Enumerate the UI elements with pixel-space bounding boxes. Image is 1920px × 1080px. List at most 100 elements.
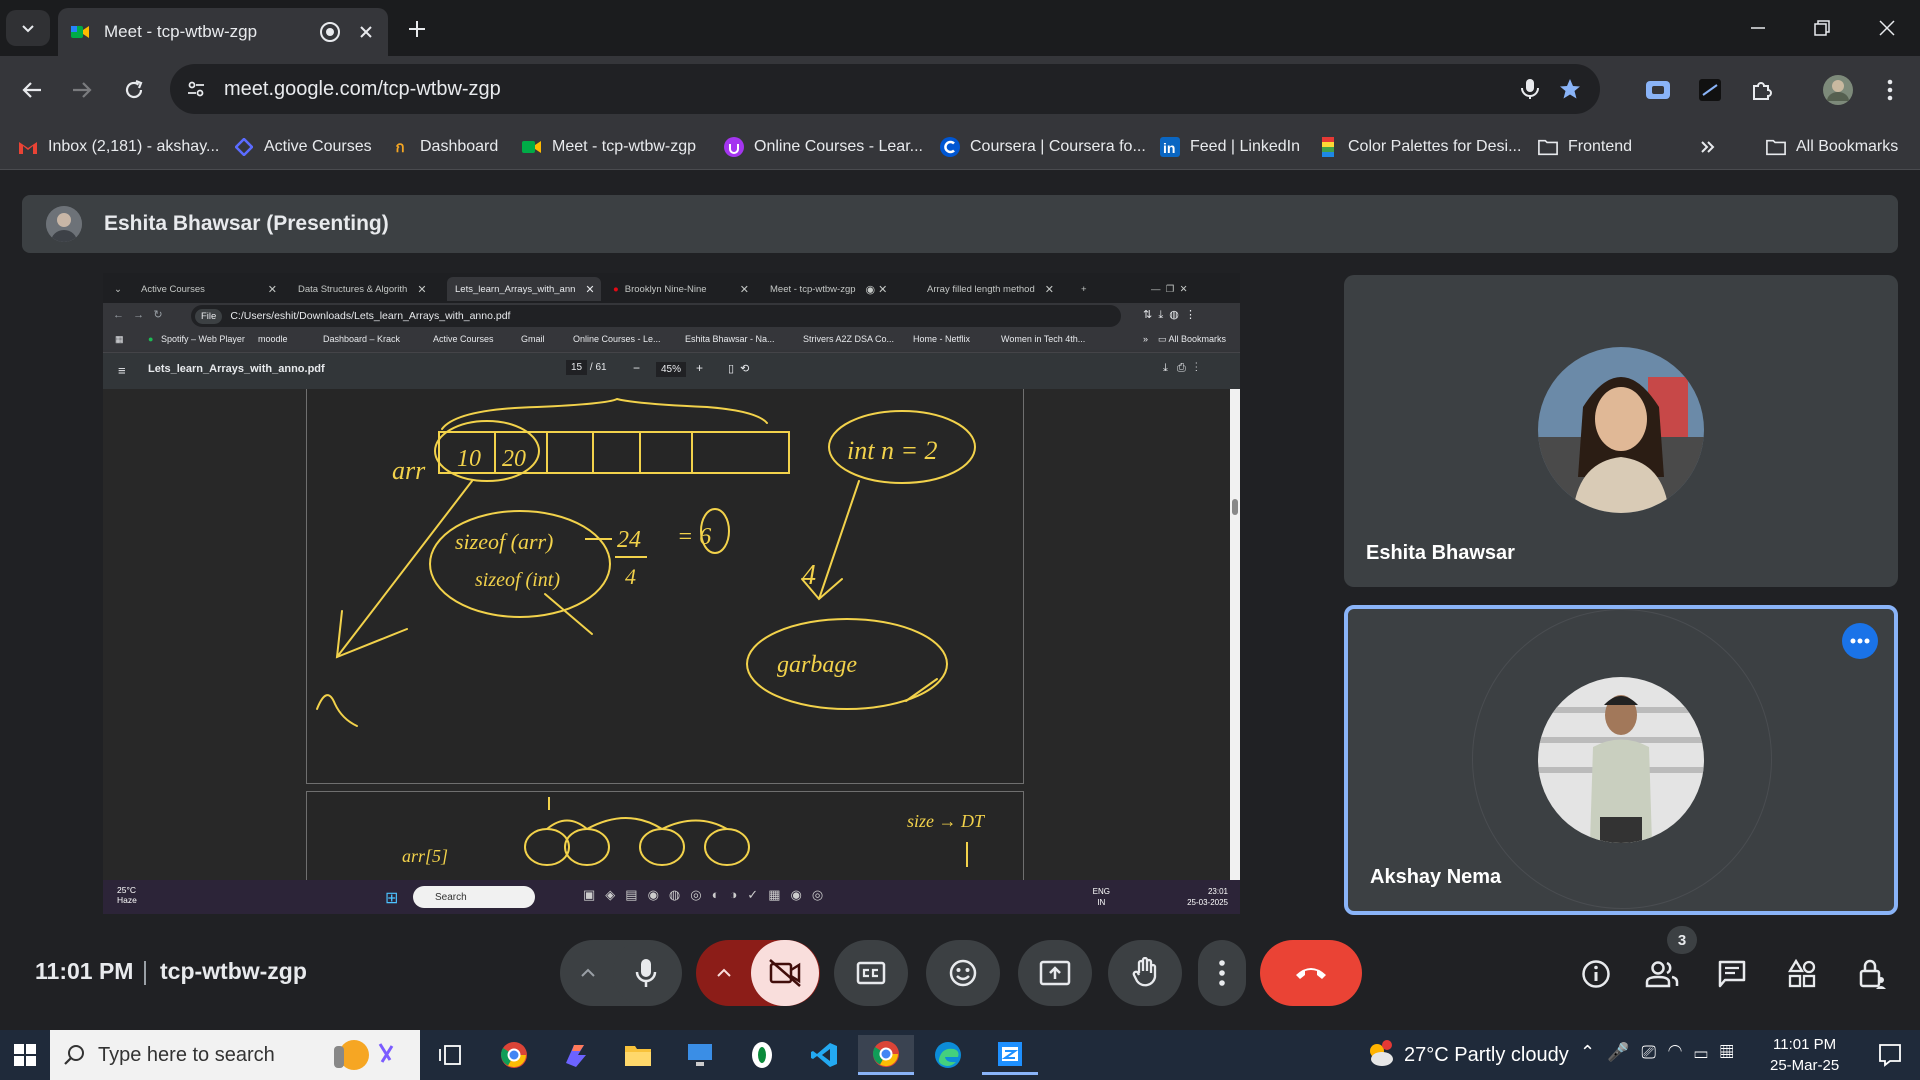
divider <box>144 961 146 985</box>
coursera-icon <box>940 137 960 157</box>
windows-start-button[interactable] <box>0 1035 50 1075</box>
end-call-icon <box>1296 968 1326 979</box>
more-options-button[interactable] <box>1198 940 1246 1006</box>
people-button[interactable] <box>1638 950 1686 998</box>
tab-meet[interactable]: Meet - tcp-wtbw-zgp <box>58 8 388 56</box>
present-screen-button[interactable] <box>1018 940 1092 1006</box>
taskbar-weather[interactable]: 27°C Partly cloudy <box>1404 1044 1569 1067</box>
chevron-up-icon <box>581 968 595 977</box>
captions-button[interactable] <box>834 940 908 1006</box>
more-bookmarks-button[interactable] <box>1700 132 1716 162</box>
minimize-button[interactable] <box>1735 6 1781 50</box>
meeting-details-button[interactable] <box>1572 950 1620 998</box>
remote-desktop-icon[interactable] <box>672 1035 728 1075</box>
address-bar[interactable]: meet.google.com/tcp-wtbw-zgp <box>170 64 1600 114</box>
system-tray-icons[interactable]: ⌃🎤⎚◠▭▦ <box>1580 1042 1746 1063</box>
close-tab-icon[interactable] <box>356 22 376 42</box>
palette-icon <box>1318 137 1338 157</box>
browser-menu-icon[interactable] <box>1870 70 1910 110</box>
camera-off-button[interactable] <box>751 940 819 1006</box>
bookmark-label: Coursera | Coursera fo... <box>970 138 1146 155</box>
bookmark-label: Active Courses <box>264 138 372 155</box>
close-window-button[interactable] <box>1864 6 1910 50</box>
shared-bookmark: Strivers A2Z DSA Co... <box>803 334 895 344</box>
bookmark-item[interactable]: in Feed | LinkedIn <box>1160 132 1300 162</box>
shared-tab: ● Brooklyn Nine-Nine ✕ <box>613 283 749 296</box>
leave-call-button[interactable] <box>1260 940 1362 1006</box>
pdf-page-indicator: 15 / 61 <box>566 360 607 375</box>
vscode-icon[interactable] <box>796 1035 852 1075</box>
chrome-active-icon[interactable] <box>858 1035 914 1075</box>
pdf-scrollbar <box>1230 389 1240 886</box>
chevron-down-icon <box>22 25 34 33</box>
shared-tab-menu-icon: ⌄ <box>114 283 122 295</box>
app-icon[interactable] <box>734 1035 790 1075</box>
activities-button[interactable] <box>1778 950 1826 998</box>
microphone-icon[interactable] <box>1510 69 1550 109</box>
meet-favicon-icon <box>71 26 89 38</box>
chat-button[interactable] <box>1708 950 1756 998</box>
shared-taskbar-apps: ▣◈▤◉◍◎◐◑✓▦◉◎ <box>583 887 834 902</box>
participant-name: Eshita Bhawsar <box>1366 542 1515 564</box>
annotation-arr-sub: arr[5] <box>402 846 448 866</box>
restore-button[interactable] <box>1799 6 1845 50</box>
bookmark-folder[interactable]: Frontend <box>1538 132 1632 162</box>
file-explorer-icon[interactable] <box>610 1035 666 1075</box>
taskbar-search-box[interactable]: Type here to search <box>50 1030 420 1080</box>
annotation-int-n: int n = 2 <box>847 436 938 465</box>
profile-avatar[interactable] <box>1818 70 1858 110</box>
microphone-icon <box>635 959 657 987</box>
edge-icon[interactable] <box>920 1035 976 1075</box>
whiteboard-drawing: arr 10 20 int n = 2 sizeof (arr) sizeof … <box>316 397 976 727</box>
shared-taskbar-search: Search <box>413 886 535 908</box>
taskbar-clock[interactable]: 11:01 PM 25-Mar-25 <box>1770 1034 1839 1076</box>
participant-tile[interactable]: Eshita Bhawsar <box>1344 275 1898 587</box>
participant-avatar <box>1538 677 1704 843</box>
bookmark-star-icon[interactable] <box>1550 69 1590 109</box>
app-window-icon[interactable] <box>982 1035 1038 1075</box>
close-icon <box>1879 20 1895 36</box>
mic-group <box>560 940 682 1006</box>
bookmark-item[interactable]: Online Courses - Lear... <box>724 132 923 162</box>
bookmarks-bar: Inbox (2,181) - akshay... Active Courses… <box>0 124 1920 170</box>
participant-tile-self[interactable]: Akshay Nema <box>1344 605 1898 915</box>
plus-icon <box>409 21 425 37</box>
presenter-bar: Eshita Bhawsar (Presenting) <box>22 195 1898 253</box>
tab-search-button[interactable] <box>6 10 50 46</box>
chrome-icon[interactable] <box>486 1035 542 1075</box>
dark-extension-icon[interactable] <box>1690 70 1730 110</box>
shared-address-bar: File C:/Users/eshit/Downloads/Lets_learn… <box>191 305 1121 327</box>
minimize-icon <box>1751 27 1765 29</box>
raise-hand-button[interactable] <box>1108 940 1182 1006</box>
bookmark-label: Dashboard <box>420 138 499 155</box>
back-button[interactable] <box>12 70 52 110</box>
camera-off-icon <box>769 959 801 987</box>
recording-icon <box>320 22 340 42</box>
all-bookmarks-button[interactable]: All Bookmarks <box>1766 132 1898 162</box>
bookmark-item[interactable]: ก Dashboard <box>390 132 498 162</box>
host-controls-button[interactable] <box>1848 950 1896 998</box>
task-view-icon[interactable] <box>422 1035 478 1075</box>
forward-button[interactable] <box>62 70 102 110</box>
participant-more-options-button[interactable] <box>1842 623 1878 659</box>
presenter-avatar <box>46 206 82 242</box>
microphone-button[interactable] <box>613 940 679 1006</box>
notification-center-icon[interactable] <box>1862 1035 1918 1075</box>
reload-button[interactable] <box>114 70 154 110</box>
bookmark-item[interactable]: Color Palettes for Desi... <box>1318 132 1521 162</box>
annotation-frac-num: 24 <box>617 527 641 553</box>
shared-bookmark: Women in Tech 4th... <box>1001 334 1086 344</box>
bookmark-item[interactable]: Coursera | Coursera fo... <box>940 132 1146 162</box>
reload-icon <box>125 79 143 99</box>
audio-options-button[interactable] <box>563 968 613 978</box>
extensions-puzzle-icon[interactable] <box>1742 70 1782 110</box>
video-options-button[interactable] <box>697 968 751 978</box>
site-info-icon[interactable] <box>176 69 216 109</box>
bookmark-item[interactable]: Meet - tcp-wtbw-zgp <box>522 132 696 162</box>
screencast-extension-icon[interactable] <box>1638 70 1678 110</box>
copilot-icon[interactable] <box>548 1035 604 1075</box>
new-tab-button[interactable] <box>400 12 434 46</box>
bookmark-item[interactable]: Inbox (2,181) - akshay... <box>18 132 219 162</box>
reactions-button[interactable] <box>926 940 1000 1006</box>
bookmark-item[interactable]: Active Courses <box>234 132 372 162</box>
